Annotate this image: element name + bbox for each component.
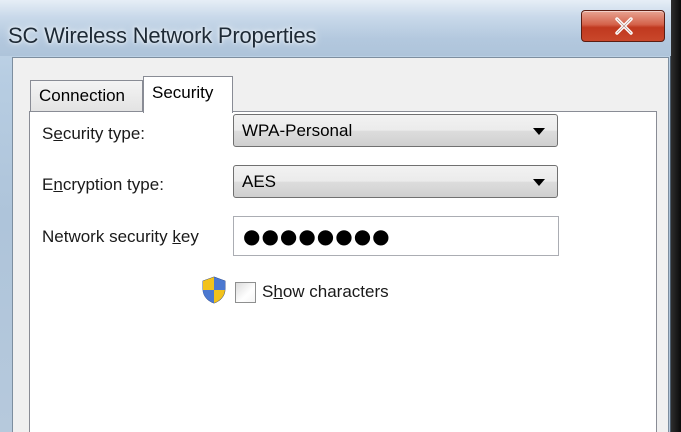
chevron-down-icon bbox=[533, 128, 545, 135]
security-type-dropdown[interactable]: WPA-Personal bbox=[233, 114, 558, 147]
label-text: S bbox=[42, 124, 54, 143]
security-type-value: WPA-Personal bbox=[242, 121, 353, 140]
security-tab-panel bbox=[29, 111, 657, 432]
chevron-down-icon bbox=[533, 179, 545, 186]
security-type-label: Security type: bbox=[42, 124, 145, 144]
tab-connection[interactable]: Connection bbox=[30, 80, 143, 111]
network-key-label: Network security key bbox=[42, 227, 199, 247]
window-title: SC Wireless Network Properties bbox=[8, 23, 317, 48]
label-text: S bbox=[262, 282, 274, 301]
label-text: E bbox=[42, 175, 54, 194]
encryption-type-label: Encryption type: bbox=[42, 175, 164, 195]
masked-key-value: ●●●●●●●● bbox=[243, 224, 391, 248]
show-characters-label[interactable]: Show characters bbox=[262, 282, 389, 302]
label-text: ow characters bbox=[282, 282, 389, 301]
close-icon bbox=[615, 17, 633, 35]
label-mnemonic: k bbox=[172, 227, 181, 246]
label-text: cryption type: bbox=[62, 175, 164, 194]
network-key-input[interactable]: ●●●●●●●● bbox=[233, 216, 559, 256]
close-button[interactable] bbox=[581, 10, 665, 42]
tab-security[interactable]: Security bbox=[143, 76, 233, 113]
encryption-type-value: AES bbox=[242, 172, 277, 191]
title-bar[interactable]: SC Wireless Network Properties bbox=[0, 0, 671, 56]
label-mnemonic: h bbox=[273, 282, 283, 301]
label-mnemonic: n bbox=[53, 175, 63, 194]
encryption-type-dropdown[interactable]: AES bbox=[233, 165, 558, 198]
properties-window: SC Wireless Network Properties Connectio… bbox=[0, 0, 671, 432]
uac-shield-icon bbox=[202, 276, 226, 304]
label-mnemonic: e bbox=[53, 124, 63, 143]
label-text: ey bbox=[180, 227, 199, 246]
show-characters-checkbox[interactable] bbox=[235, 282, 256, 303]
label-text: curity type: bbox=[62, 124, 146, 143]
label-text: Network security bbox=[42, 227, 173, 246]
